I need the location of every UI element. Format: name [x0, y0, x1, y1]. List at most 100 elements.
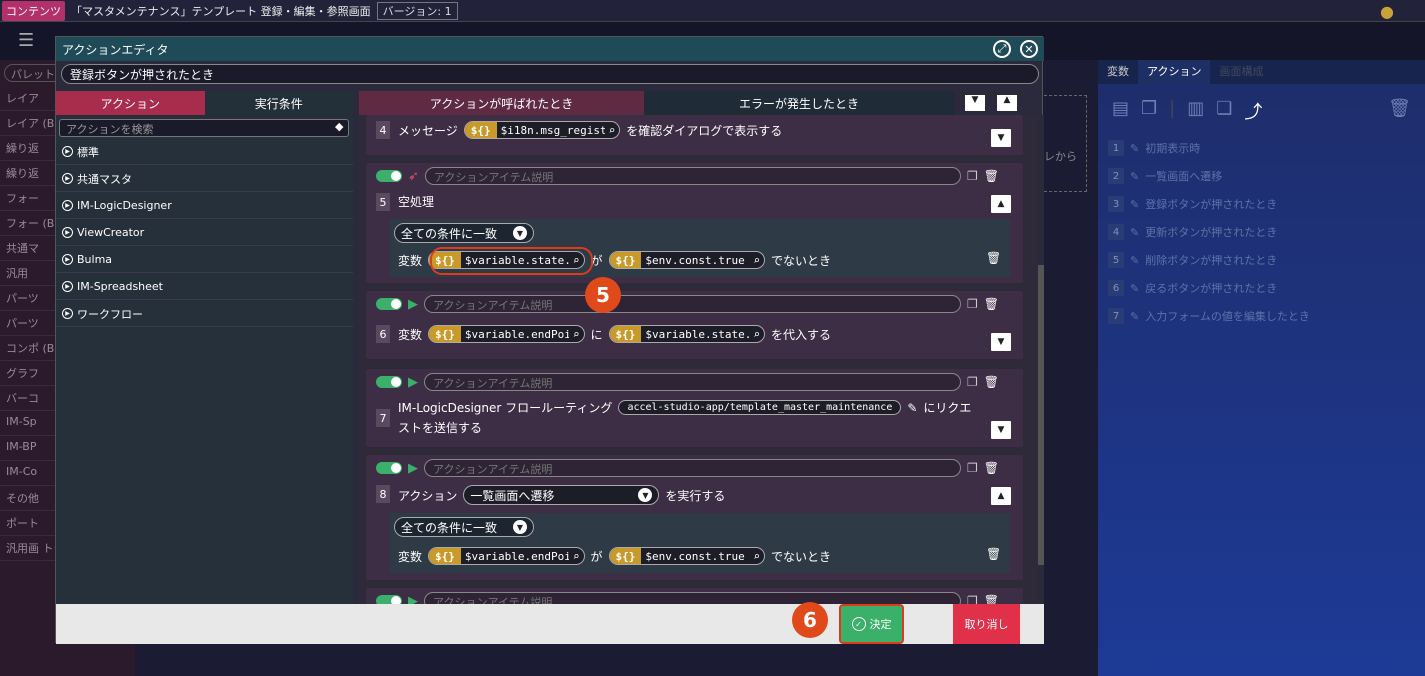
- collapse-item-button[interactable]: ▲: [991, 195, 1011, 213]
- trash-icon[interactable]: 🗑: [984, 169, 999, 183]
- action-item-4: 4 メッセージ ${} $i18n.msg_registe ⌕ を確認ダイアログで表…: [366, 115, 1023, 155]
- item-number: 5: [376, 193, 390, 211]
- expand-item-button[interactable]: ▼: [991, 333, 1011, 351]
- tab-actions[interactable]: アクション: [1138, 60, 1211, 84]
- action-list-item[interactable]: 7 ✎ 入力フォームの値を編集したとき: [1098, 302, 1425, 330]
- action-list-item[interactable]: 3 ✎ 登録ボタンが押されたとき: [1098, 190, 1425, 218]
- copy-action-icon[interactable]: ❐: [1141, 98, 1157, 120]
- scrollbar[interactable]: [1038, 115, 1044, 604]
- action-name-input[interactable]: 登録ボタンが押されたとき: [61, 64, 1039, 84]
- enable-toggle[interactable]: [376, 462, 402, 474]
- trash-icon[interactable]: 🗑: [984, 461, 999, 475]
- close-icon[interactable]: ✕: [1020, 40, 1038, 58]
- add-action-icon[interactable]: ▤: [1112, 98, 1129, 120]
- variable-chip[interactable]: ${} $variable.endPoir ⌕: [428, 547, 585, 565]
- collapse-all-icon[interactable]: ▲: [997, 95, 1017, 111]
- trash-icon[interactable]: 🗑: [986, 547, 1001, 561]
- trash-icon[interactable]: 🗑: [984, 297, 999, 311]
- variable-chip[interactable]: ${} $variable.endPoir ⌕: [428, 325, 585, 343]
- item-description-input[interactable]: アクションアイテム説明: [424, 373, 961, 391]
- enable-toggle[interactable]: [376, 595, 402, 604]
- action-number: 7: [1108, 308, 1124, 324]
- collapse-item-button[interactable]: ▲: [991, 487, 1011, 505]
- trash-icon[interactable]: 🗑: [984, 375, 999, 389]
- expand-all-icon[interactable]: ▼: [965, 95, 985, 111]
- copy-icon[interactable]: ❐: [967, 594, 978, 604]
- condition-select[interactable]: 全ての条件に一致 ▼: [394, 223, 534, 243]
- tab-on-called[interactable]: アクションが呼ばれたとき: [359, 91, 644, 115]
- action-item-9: ▶ アクションアイテム説明 ❐ 🗑: [366, 588, 1023, 604]
- export-icon[interactable]: ▥: [1187, 98, 1204, 120]
- tab-action[interactable]: アクション: [56, 91, 205, 115]
- expand-item-button[interactable]: ▼: [991, 129, 1011, 147]
- canvas-drop-area: レから: [1044, 95, 1087, 192]
- expand-item-button[interactable]: ▼: [991, 421, 1011, 439]
- item-text: を実行する: [665, 488, 726, 503]
- action-list-item[interactable]: 1 ✎ 初期表示時: [1098, 134, 1425, 162]
- tab-variables[interactable]: 変数: [1098, 60, 1138, 84]
- tab-screen-structure[interactable]: 画面構成: [1210, 60, 1272, 84]
- trash-icon[interactable]: 🗑: [986, 251, 1001, 265]
- item-description-input[interactable]: アクションアイテム説明: [424, 459, 961, 477]
- user-icon[interactable]: ●: [1380, 2, 1394, 21]
- action-items-pane: 4 メッセージ ${} $i18n.msg_registe ⌕ を確認ダイアログで表…: [359, 115, 1044, 604]
- copy-icon[interactable]: ❐: [967, 297, 978, 311]
- action-number: 4: [1108, 224, 1124, 240]
- category-label: ViewCreator: [77, 226, 145, 239]
- import-icon[interactable]: ⤴: [1244, 98, 1262, 123]
- trash-icon[interactable]: 🗑: [1388, 98, 1411, 120]
- enable-toggle[interactable]: [376, 170, 402, 182]
- variable-chip[interactable]: ${} $variable.state.c ⌕: [608, 325, 766, 343]
- action-item-7: ▶ アクションアイテム説明 ❐ 🗑 7 IM-LogicDesigner フロー…: [366, 369, 1023, 447]
- version-badge: バージョン: 1: [376, 1, 458, 20]
- play-circle-icon: ▶: [62, 173, 73, 184]
- action-number: 2: [1108, 168, 1124, 184]
- page-title: 「マスタメンテナンス」テンプレート 登録・編集・参照画面: [71, 4, 371, 18]
- condition-text: でないとき: [771, 549, 832, 564]
- copy-icon[interactable]: ❐: [967, 375, 978, 389]
- action-list-item[interactable]: 6 ✎ 戻るボタンが押されたとき: [1098, 274, 1425, 302]
- trash-icon[interactable]: 🗑: [984, 594, 999, 604]
- category-item[interactable]: ▶ 標準: [56, 139, 353, 165]
- duplicate-icon[interactable]: ❏: [1216, 98, 1232, 120]
- eraser-icon[interactable]: ◆: [335, 120, 343, 133]
- content-tag: コンテンツ: [2, 0, 65, 21]
- variable-chip[interactable]: ${} $env.const.true ⌕: [608, 547, 766, 565]
- search-icon: ⌕: [753, 253, 761, 267]
- item-description-input[interactable]: アクションアイテム説明: [424, 295, 961, 313]
- tab-on-error[interactable]: エラーが発生したとき: [644, 91, 954, 115]
- play-circle-icon: ▶: [62, 281, 73, 292]
- item-description-input[interactable]: アクションアイテム説明: [424, 167, 961, 185]
- cancel-button[interactable]: 取り消し: [953, 604, 1020, 644]
- play-icon: ▶: [408, 593, 418, 605]
- action-list-item[interactable]: 2 ✎ 一覧画面へ遷移: [1098, 162, 1425, 190]
- action-list-item[interactable]: 4 ✎ 更新ボタンが押されたとき: [1098, 218, 1425, 246]
- enable-toggle[interactable]: [376, 298, 402, 310]
- category-item[interactable]: ▶ ViewCreator: [56, 220, 353, 246]
- variable-chip[interactable]: ${} $env.const.true ⌕: [608, 251, 766, 269]
- category-item[interactable]: ▶ 共通マスタ: [56, 166, 353, 192]
- action-search-input[interactable]: アクションを検索: [59, 119, 349, 137]
- category-label: IM-LogicDesigner: [77, 199, 172, 212]
- play-circle-icon: ▶: [62, 227, 73, 238]
- item-description-input[interactable]: アクションアイテム説明: [424, 592, 961, 604]
- tab-conditions[interactable]: 実行条件: [204, 91, 353, 115]
- copy-icon[interactable]: ❐: [967, 461, 978, 475]
- layers-icon[interactable]: ☰: [18, 30, 34, 51]
- variable-chip[interactable]: ${} $i18n.msg_registe ⌕: [463, 121, 621, 139]
- action-list-item[interactable]: 5 ✎ 削除ボタンが押されたとき: [1098, 246, 1425, 274]
- condition-select[interactable]: 全ての条件に一致 ▼: [394, 517, 534, 537]
- edit-icon[interactable]: ✎: [907, 401, 917, 415]
- category-item[interactable]: ▶ ワークフロー: [56, 301, 353, 327]
- category-item[interactable]: ▶ IM-LogicDesigner: [56, 193, 353, 219]
- copy-icon[interactable]: ❐: [967, 169, 978, 183]
- category-item[interactable]: ▶ Bulma: [56, 247, 353, 273]
- category-item[interactable]: ▶ IM-Spreadsheet: [56, 274, 353, 300]
- route-chip[interactable]: accel-studio-app/template_master_mainten…: [618, 400, 902, 415]
- top-bar: コンテンツ 「マスタメンテナンス」テンプレート 登録・編集・参照画面 バージョン…: [0, 0, 1425, 22]
- action-select[interactable]: 一覧画面へ遷移 ▼: [463, 485, 660, 505]
- action-item-8: ▶ アクションアイテム説明 ❐ 🗑 8 アクション 一覧画面へ遷移 ▼ を実行する…: [366, 455, 1023, 580]
- enable-toggle[interactable]: [376, 376, 402, 388]
- ok-button[interactable]: ✓ 決定: [839, 604, 904, 644]
- expand-icon[interactable]: ⤢: [993, 40, 1011, 58]
